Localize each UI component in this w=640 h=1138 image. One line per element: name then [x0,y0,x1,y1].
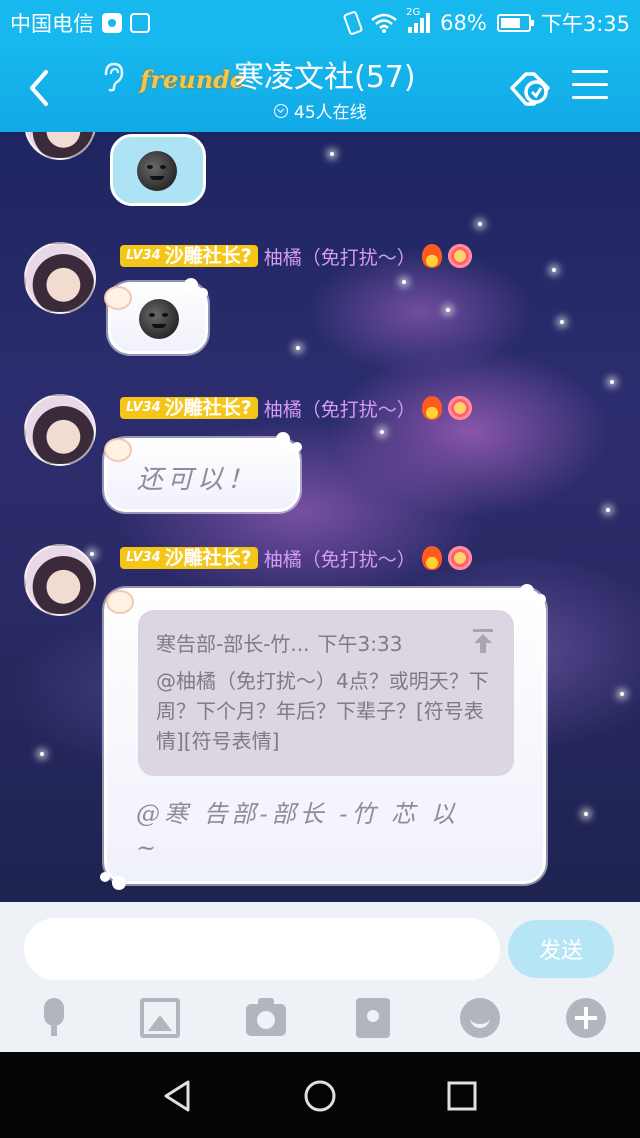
image-icon[interactable] [140,998,180,1038]
bubble-decoration-icon [104,438,132,462]
bubble-decoration-dot [520,584,534,598]
moon-face-emoji-icon [139,299,179,339]
plus-icon[interactable] [566,998,606,1038]
gallery-notification-icon [130,13,150,33]
ear-icon[interactable] [100,62,126,92]
level-badge: LV34 沙雕社长? [120,397,258,419]
bubble-decoration-dot [112,876,126,890]
emoji-icon[interactable] [460,998,500,1038]
quoted-message[interactable]: 寒告部-部长-竹... 下午3:33 @柚橘（免打扰～）4点？或明天？下周？下个月… [138,610,514,776]
bubble-decoration-dot [292,442,302,452]
sender-info: LV34 沙雕社长? 柚橘（免打扰～） [120,394,472,422]
bubble-decoration-dot [184,278,198,292]
avatar[interactable] [24,394,96,466]
quote-text: @柚橘（免打扰～）4点？或明天？下周？下个月？年后？下辈子？[符号表情][符号表… [156,669,489,753]
message-text: @寒 告部-部长 -竹 芯 以 [136,800,459,828]
camera-icon[interactable] [246,998,286,1036]
sender-nickname[interactable]: 柚橘（免打扰～） [264,395,416,422]
avatar[interactable] [24,544,96,616]
rank-title: 沙雕社长? [164,397,252,419]
send-button[interactable]: 发送 [508,920,614,978]
bubble-decoration-icon [104,286,132,310]
avatar[interactable] [24,242,96,314]
sender-nickname[interactable]: 柚橘（免打扰～） [264,243,416,270]
message-text: ~ [136,834,161,862]
fire-icon [421,546,442,570]
online-count-label: 45人在线 [294,103,367,123]
network-type-label: 2G [406,7,421,18]
battery-icon [496,14,534,32]
menu-icon[interactable] [572,70,608,104]
chevron-down-icon [274,103,288,118]
quote-time: 下午3:33 [317,632,403,656]
fire-icon [421,396,442,420]
app-notification-icon [102,13,122,33]
level-badge: LV34 沙雕社长? [120,547,258,569]
level-badge: LV34 沙雕社长? [120,245,258,267]
wifi-icon [371,13,397,33]
message-text: 还可以！ [137,465,258,495]
bubble-decoration-dot [198,288,208,298]
message-bubble[interactable]: 还可以！ [104,438,300,512]
chat-header: freunde 寒凌文社(57) 45人在线 [0,44,640,132]
sender-info: LV34 沙雕社长? 柚橘（免打扰～） [120,242,472,270]
input-panel: 发送 [0,902,640,1052]
nav-recents-icon[interactable] [444,1078,480,1114]
online-count[interactable]: 45人在线 [274,98,367,123]
message-input[interactable] [24,918,500,980]
battery-percentage: 68% [440,11,487,35]
flower-icon [447,396,472,420]
flower-icon [447,546,472,570]
input-toolbar [0,998,640,1038]
red-packet-icon[interactable] [356,998,390,1038]
sender-info: LV34 沙雕社长? 柚橘（免打扰～） [120,544,472,572]
sticker-bubble[interactable] [110,134,206,206]
fire-icon [421,244,442,268]
rank-title: 沙雕社长? [164,245,252,267]
sender-nickname[interactable]: 柚橘（免打扰～） [264,545,416,572]
back-button[interactable] [22,66,58,110]
rank-title: 沙雕社长? [164,547,252,569]
group-profile-icon[interactable] [506,66,554,112]
vibrate-icon [342,10,364,36]
nav-home-icon[interactable] [302,1078,338,1114]
group-badge-logo: freunde [140,65,246,94]
bubble-decoration-dot [536,594,546,604]
nav-back-icon[interactable] [160,1078,196,1114]
status-bar: 中国电信 2G 68% 下午3:35 [0,0,640,44]
jump-to-original-icon[interactable] [472,628,494,654]
bubble-decoration-icon [106,590,134,614]
group-title[interactable]: 寒凌文社(57) [234,58,416,98]
moon-face-emoji-icon [137,151,177,191]
bubble-decoration-dot [100,872,110,882]
clock: 下午3:35 [540,12,630,36]
bubble-decoration-dot [276,432,290,446]
avatar[interactable] [24,132,96,160]
carrier-name: 中国电信 [10,12,94,36]
system-nav-bar [0,1052,640,1138]
flower-icon [447,244,472,268]
mic-icon[interactable] [34,998,74,1038]
quote-sender: 寒告部-部长-竹... [156,632,310,656]
chat-message-list[interactable]: LV34 沙雕社长? 柚橘（免打扰～） LV34 沙雕社长? 柚橘（免打扰～） … [0,132,640,902]
